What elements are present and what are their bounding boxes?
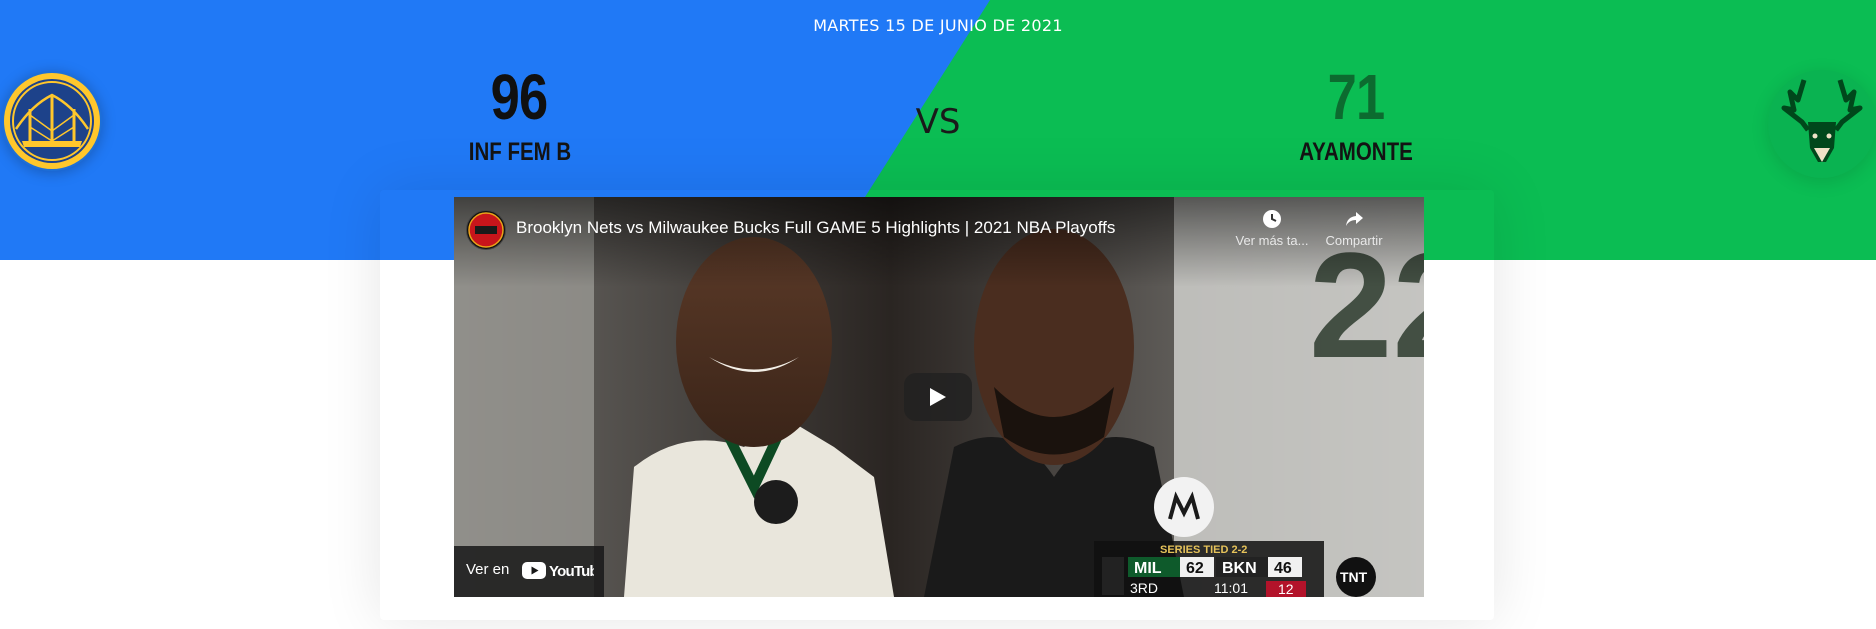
away-team-logo xyxy=(1768,70,1876,178)
channel-logo-icon xyxy=(468,212,504,248)
scorebug-score1: 62 xyxy=(1186,560,1204,577)
youtube-logo-icon: YouTube xyxy=(522,562,594,580)
share-icon xyxy=(1346,212,1363,226)
watch-on-youtube-button[interactable]: Ver en YouTube xyxy=(454,546,604,597)
watch-later-button[interactable]: Ver más ta... xyxy=(1232,208,1312,248)
watch-later-label: Ver más ta... xyxy=(1235,233,1309,248)
home-score: 96 xyxy=(490,61,549,133)
youtube-wordmark: YouTube xyxy=(549,563,594,580)
scorebug-network: TNT xyxy=(1340,569,1368,585)
away-score: 71 xyxy=(1327,61,1386,133)
versus-label: VS xyxy=(915,102,961,142)
bucks-logo-icon xyxy=(1781,79,1863,162)
channel-avatar[interactable] xyxy=(466,210,506,250)
scorebug-score2: 46 xyxy=(1274,560,1292,577)
away-team-name: AYAMONTE xyxy=(1299,138,1413,166)
scorebug-period: 3RD xyxy=(1130,580,1158,596)
scorebug-series: SERIES TIED 2-2 xyxy=(1160,544,1247,556)
play-button[interactable] xyxy=(904,373,972,421)
share-label: Compartir xyxy=(1325,233,1383,248)
video-title[interactable]: Brooklyn Nets vs Milwaukee Bucks Full GA… xyxy=(516,218,1115,238)
match-date: MARTES 15 DE JUNIO DE 2021 xyxy=(813,16,1063,35)
home-team-logo xyxy=(2,71,102,171)
scorebug-team1: MIL xyxy=(1134,560,1162,577)
scorebug-clock: 11:01 xyxy=(1214,580,1248,596)
clock-icon xyxy=(1263,210,1281,228)
youtube-embed[interactable]: 22 Brooklyn Nets vs Milwaukee Bucks Full… xyxy=(454,197,1424,597)
warriors-logo-icon xyxy=(4,73,100,169)
play-icon xyxy=(930,388,946,406)
share-button[interactable]: Compartir xyxy=(1314,208,1394,248)
broadcast-scorebug: SERIES TIED 2-2 MIL 62 BKN 46 3RD 11:01 … xyxy=(1094,541,1376,597)
scorebug-team2: BKN xyxy=(1222,560,1257,577)
watch-on-label: Ver en xyxy=(466,561,510,578)
home-team-name: INF FEM B xyxy=(468,138,572,166)
scorebug-shot-clock: 12 xyxy=(1278,581,1294,597)
